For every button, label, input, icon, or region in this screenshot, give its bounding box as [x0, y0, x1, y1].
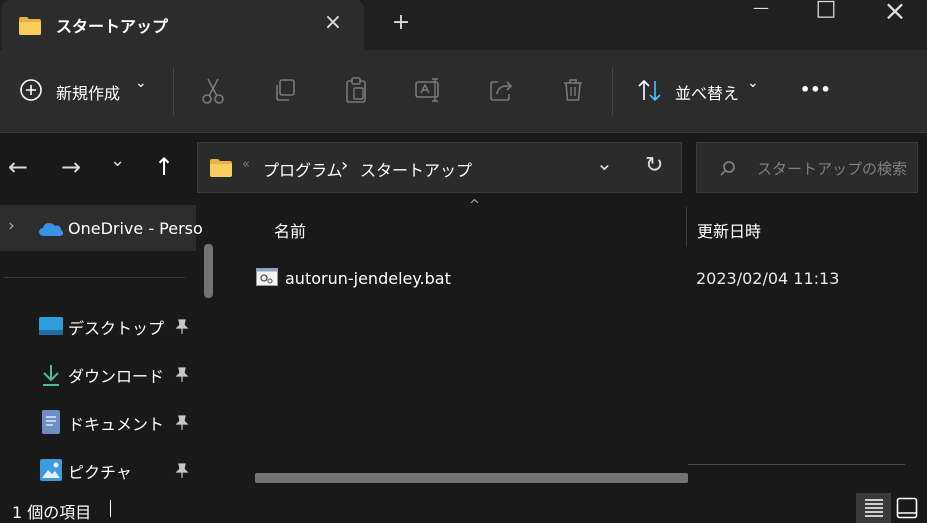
document-icon [42, 410, 60, 434]
scroll-track-line [688, 464, 905, 465]
sidebar-item-desktop[interactable]: デスクトップ [0, 303, 195, 349]
sidebar-scrollbar[interactable] [204, 244, 213, 298]
more-options-icon[interactable]: ••• [800, 80, 831, 99]
details-view-button[interactable] [856, 493, 891, 523]
sidebar-item-documents[interactable]: ドキュメント [0, 399, 195, 445]
file-date: 2023/02/04 11:13 [696, 269, 840, 288]
expand-chevron-icon[interactable]: › [8, 216, 15, 236]
pin-icon[interactable] [175, 415, 189, 431]
cut-icon[interactable] [200, 77, 226, 105]
sort-button-label: 並べ替え [675, 84, 740, 103]
trash-icon[interactable] [560, 77, 586, 103]
sidebar-item-label: OneDrive - Perso [68, 219, 203, 238]
sidebar-item-label: ドキュメント [68, 415, 165, 434]
sidebar-item-pictures[interactable]: ピクチャ [0, 447, 195, 492]
share-icon[interactable] [488, 77, 514, 103]
overflow-breadcrumb-icon[interactable]: « [242, 157, 250, 172]
sidebar-item-downloads[interactable]: ダウンロード [0, 351, 195, 397]
column-header-name[interactable]: 名前 [274, 218, 306, 242]
minimize-button[interactable]: — [743, 0, 779, 17]
folder-icon [19, 17, 41, 35]
paste-icon[interactable] [343, 76, 369, 104]
toolbar-divider [173, 67, 174, 115]
forward-arrow-icon[interactable]: → [61, 153, 81, 181]
sort-indicator-icon: ^ [469, 198, 480, 213]
sidebar-item-onedrive[interactable]: › OneDrive - Perso [0, 205, 203, 251]
new-button[interactable]: 新規作成 ⌄ [18, 75, 158, 105]
pin-icon[interactable] [175, 463, 189, 479]
pictures-icon [40, 459, 62, 481]
item-count: 1 個の項目 [12, 503, 92, 522]
folder-icon [210, 159, 232, 177]
onedrive-cloud-icon [39, 223, 64, 236]
navigation-pane: › OneDrive - Perso デスクトップ ダウンロード ドキュメント [0, 205, 204, 492]
breadcrumb-item[interactable]: スタートアップ [360, 157, 472, 181]
column-divider[interactable] [686, 207, 687, 247]
file-row[interactable]: autorun-jendeley.bat 2023/02/04 11:13 [250, 258, 920, 298]
breadcrumb-item[interactable]: プログラム [263, 157, 343, 181]
plus-circle-icon [20, 79, 42, 101]
maximize-button[interactable]: □ [808, 0, 844, 21]
recent-locations-icon[interactable]: ⌄ [110, 150, 125, 171]
up-arrow-icon[interactable]: ↑ [154, 153, 174, 181]
breadcrumb-chevron-icon[interactable]: › [341, 155, 348, 176]
horizontal-scrollbar[interactable] [255, 473, 688, 483]
sort-icon [638, 79, 661, 102]
details-view-icon [865, 499, 883, 517]
desktop-icon [39, 317, 63, 335]
back-arrow-icon[interactable]: ← [8, 153, 28, 181]
sort-caret-icon: ⌄ [747, 75, 759, 91]
rename-icon[interactable] [414, 77, 444, 103]
sidebar-item-label: ピクチャ [68, 463, 132, 482]
new-button-label: 新規作成 [56, 84, 121, 103]
search-icon [720, 161, 735, 176]
new-caret-icon: ⌄ [135, 75, 147, 91]
sidebar-item-label: デスクトップ [68, 319, 165, 338]
status-bar: 1 個の項目 [0, 492, 927, 523]
sidebar-item-label: ダウンロード [68, 367, 165, 386]
search-box[interactable]: スタートアップの検索 [696, 142, 918, 193]
download-icon [43, 365, 59, 386]
file-name: autorun-jendeley.bat [285, 269, 451, 288]
tab-close-icon[interactable]: × [318, 10, 348, 35]
address-dropdown-icon[interactable]: ⌄ [596, 151, 613, 175]
large-icons-view-icon [896, 497, 918, 519]
address-bar[interactable]: « プログラム › スタートアップ ⌄ [197, 142, 682, 193]
sort-button[interactable]: 並べ替え ⌄ [636, 75, 766, 105]
copy-icon[interactable] [272, 77, 298, 103]
refresh-icon[interactable]: ↻ [645, 153, 663, 178]
tab-active[interactable]: スタートアップ × [2, 0, 364, 50]
sidebar-divider [4, 277, 185, 278]
column-header-date[interactable]: 更新日時 [697, 218, 761, 242]
tab-title: スタートアップ [56, 17, 169, 36]
pin-icon[interactable] [175, 367, 189, 383]
tiles-view-button[interactable] [893, 493, 923, 523]
toolbar-divider [612, 67, 613, 115]
search-placeholder: スタートアップの検索 [757, 160, 908, 178]
status-divider [110, 500, 111, 517]
close-window-button[interactable]: × [877, 0, 913, 27]
new-tab-button[interactable]: + [386, 10, 416, 35]
batch-file-icon [256, 268, 278, 286]
pin-icon[interactable] [175, 319, 189, 335]
